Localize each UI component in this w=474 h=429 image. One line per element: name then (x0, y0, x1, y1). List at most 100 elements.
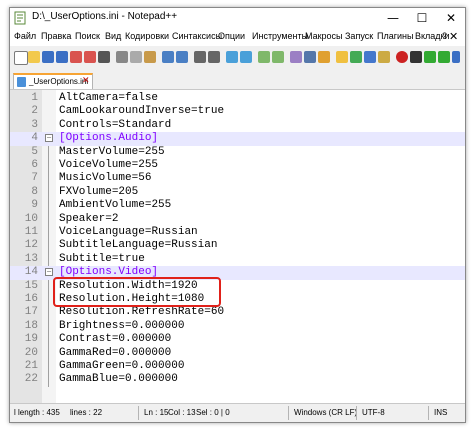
tab-useroptions[interactable]: _UserOptions.ini ✕ (13, 73, 93, 89)
minimize-button[interactable]: — (379, 8, 407, 28)
line-number: 13 (24, 252, 38, 265)
fold-guide-line (48, 346, 49, 360)
show-all-chars-icon[interactable] (304, 51, 316, 63)
tab-close-icon[interactable]: ✕ (82, 76, 90, 86)
line-number: 3 (31, 118, 38, 131)
ini-value: 0.000000 (131, 360, 185, 372)
ini-key: GammaBlue (59, 373, 119, 386)
menu-macros[interactable]: Макросы (305, 31, 343, 41)
ini-equals: = (138, 145, 145, 158)
menu-help[interactable]: ? (442, 31, 447, 41)
function-list-icon[interactable] (364, 51, 376, 63)
ini-value: 0.000000 (125, 373, 178, 386)
status-mode[interactable]: INS (434, 408, 447, 417)
save-all-icon[interactable] (56, 51, 68, 63)
zoom-in-icon[interactable] (226, 51, 238, 63)
menu-edit[interactable]: Правка (41, 31, 71, 41)
close-file-icon[interactable] (70, 51, 82, 63)
sync-vertical-icon[interactable] (258, 51, 270, 63)
doc-map-icon[interactable] (350, 51, 362, 63)
title-bar: D:\_UserOptions.ini - Notepad++ — ☐ ✕ (10, 8, 465, 28)
zoom-out-icon[interactable] (240, 51, 252, 63)
maximize-button[interactable]: ☐ (408, 8, 436, 28)
close-all-icon[interactable] (84, 51, 96, 63)
code-line: 11 VoiceLanguage=Russian (10, 226, 465, 240)
code-text: GammaRed=0.000000 (59, 347, 171, 360)
ini-equals: = (125, 319, 132, 332)
word-wrap-icon[interactable] (290, 51, 302, 63)
save-icon[interactable] (42, 51, 54, 63)
fold-toggle-icon[interactable]: − (45, 268, 53, 277)
file-icon (17, 77, 26, 87)
ini-value: 255 (138, 159, 159, 171)
code-line: 3 Controls=Standard (10, 119, 465, 132)
play-macro-icon[interactable] (424, 51, 436, 63)
status-divider (138, 406, 139, 420)
ini-key: AmbientVolume (59, 199, 145, 212)
code-text: Speaker=2 (59, 213, 118, 226)
fold-guide-line (48, 212, 49, 226)
fold-guide-line (48, 252, 49, 267)
code-text: MasterVolume=255 (59, 146, 165, 159)
fold-guide-line (48, 333, 49, 347)
fold-guide-line (48, 306, 49, 320)
code-text: [Options.Audio] (59, 132, 159, 145)
run-macro-multiple-icon[interactable] (438, 51, 450, 63)
line-number: 2 (31, 105, 38, 118)
ini-value: 2 (111, 212, 119, 225)
close-button[interactable]: ✕ (437, 8, 465, 28)
indent-guide-icon[interactable] (318, 51, 330, 63)
fold-toggle-icon[interactable]: − (45, 134, 53, 143)
menu-run[interactable]: Запуск (345, 31, 373, 41)
print-icon[interactable] (98, 51, 110, 63)
code-text: Brightness=0.000000 (59, 320, 184, 333)
ini-value: 0.000000 (118, 346, 172, 359)
status-eol[interactable]: Windows (CR LF) (294, 408, 357, 417)
sync-horizontal-icon[interactable] (272, 51, 284, 63)
save-macro-icon[interactable] (452, 51, 460, 63)
ini-key: Speaker (59, 212, 106, 225)
ini-key: SubtitleLanguage (59, 239, 165, 252)
code-line: 21 GammaGreen=0.000000 (10, 360, 465, 374)
copy-icon[interactable] (130, 51, 142, 63)
ini-key: AltCamera (59, 92, 119, 104)
editor-area[interactable]: 1 AltCamera=false 2 CamLookaroundInverse=tr… (10, 89, 465, 404)
code-line: 8 FXVolume=205 (10, 185, 465, 200)
status-encoding[interactable]: UTF-8 (362, 408, 385, 417)
menu-search[interactable]: Поиск (75, 31, 100, 41)
menu-encoding[interactable]: Кодировки (125, 31, 169, 41)
code-text: GammaGreen=0.000000 (59, 360, 184, 373)
redo-icon[interactable] (176, 51, 188, 63)
ini-key: Resolution.RefreshRate (59, 306, 205, 319)
document-close-icon[interactable]: ✕ (449, 30, 458, 43)
stop-macro-icon[interactable] (410, 51, 422, 63)
open-file-icon[interactable] (28, 51, 40, 63)
record-macro-icon[interactable] (396, 51, 408, 63)
menu-view[interactable]: Вид (105, 31, 121, 41)
fold-guide-line (48, 159, 49, 173)
line-number: 15 (24, 279, 38, 292)
find-icon[interactable] (194, 51, 206, 63)
menu-tools[interactable]: Инструменты (252, 31, 308, 41)
tab-label: _UserOptions.ini (29, 77, 89, 86)
notepadpp-app-icon (14, 11, 26, 25)
menu-options[interactable]: Опции (218, 31, 245, 41)
folder-workspace-icon[interactable] (378, 51, 390, 63)
code-text: Controls=Standard (59, 119, 171, 132)
ini-key: MasterVolume (59, 145, 139, 158)
ini-key: FXVolume (59, 185, 112, 198)
code-line: 12 SubtitleLanguage=Russian (10, 239, 465, 253)
cut-icon[interactable] (116, 51, 128, 63)
menu-file[interactable]: Файл (14, 31, 36, 41)
ini-equals: = (191, 105, 198, 118)
menu-syntax[interactable]: Синтаксисы (172, 31, 222, 41)
undo-icon[interactable] (162, 51, 174, 63)
new-file-icon[interactable] (14, 51, 28, 65)
replace-icon[interactable] (208, 51, 220, 63)
user-language-icon[interactable] (336, 51, 348, 63)
notepad-window: D:\_UserOptions.ini - Notepad++ — ☐ ✕ Фа… (9, 7, 466, 423)
paste-icon[interactable] (144, 51, 156, 63)
ini-key: Contrast (59, 333, 112, 346)
menu-plugins[interactable]: Плагины (377, 31, 413, 41)
code-line: 6 VoiceVolume=255 (10, 159, 465, 173)
